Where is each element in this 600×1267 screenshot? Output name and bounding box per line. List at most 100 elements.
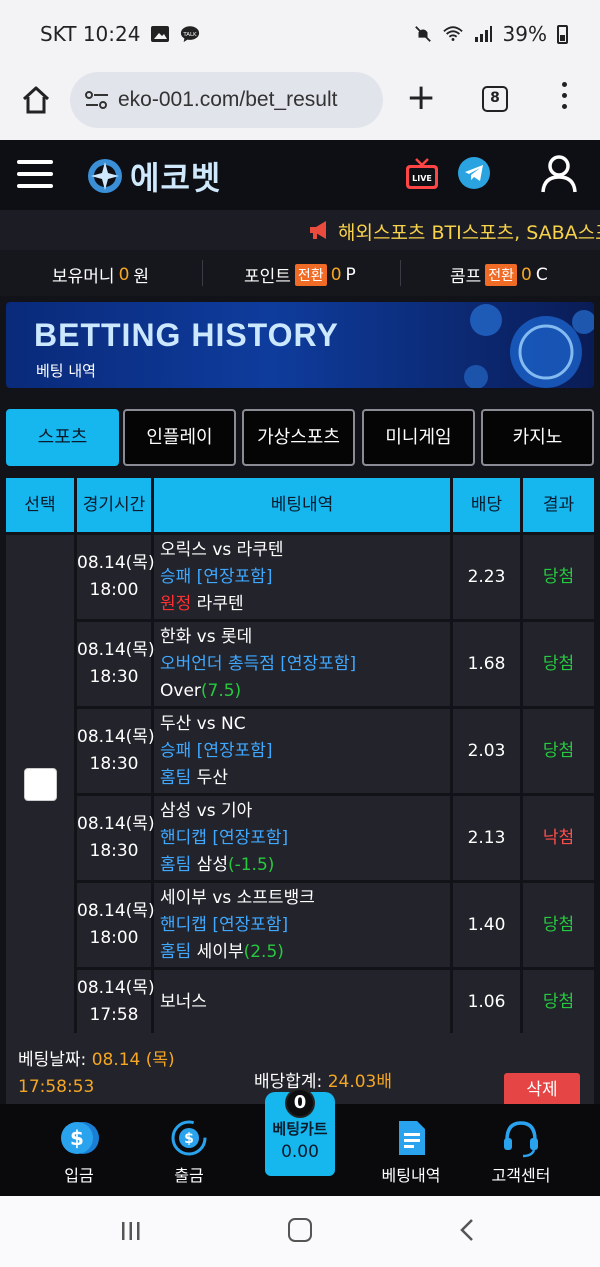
market-name: 핸디캡 [연장포함] [160, 827, 289, 848]
bet-pick: 홈팀 삼성(-1.5) [160, 854, 275, 875]
page-banner: BETTING HISTORY 베팅 내역 [6, 302, 594, 388]
bet-cart-amount: 0.00 [281, 1142, 319, 1162]
bet-detail: 삼성 vs 기아 핸디캡 [연장포함] 홈팀 삼성(-1.5) [154, 796, 450, 880]
odds-value: 1.68 [453, 622, 520, 706]
tab-sports[interactable]: 스포츠 [6, 409, 119, 466]
url-text: eko-001.com/bet_result [118, 88, 338, 111]
withdraw-coin-icon: $ [171, 1120, 207, 1156]
comp-value: 0 [521, 264, 532, 285]
headset-icon [504, 1121, 538, 1158]
holding-label: 보유머니 [52, 267, 115, 287]
bet-pick: 홈팀 두산 [160, 767, 228, 788]
bet-pick: 원정 라쿠텐 [160, 593, 244, 614]
match-name: 삼성 vs 기아 [160, 800, 253, 821]
mute-icon [414, 26, 431, 42]
site-settings-icon[interactable] [84, 89, 110, 111]
recent-apps-icon[interactable] [120, 1220, 142, 1242]
point-convert-button[interactable]: 전환 [294, 263, 327, 286]
bet-detail: 오릭스 vs 라쿠텐 승패 [연장포함] 원정 라쿠텐 [154, 535, 450, 619]
status-bar: SKT 10:24 TALK 39% [0, 0, 600, 70]
match-time: 08.14(목) 18:30 [77, 796, 155, 880]
megaphone-icon [310, 221, 326, 239]
tab-casino[interactable]: 카지노 [481, 409, 594, 466]
match-name: 보너스 [160, 991, 207, 1012]
bet-select-checkbox[interactable] [24, 768, 57, 801]
logo-mark-icon [88, 159, 122, 193]
odds-value: 1.06 [453, 970, 520, 1034]
nav-deposit-label: 입금 [64, 1166, 94, 1185]
address-bar[interactable]: eko-001.com/bet_result [70, 72, 383, 128]
market-name: 승패 [연장포함] [160, 566, 273, 587]
tab-inplay[interactable]: 인플레이 [123, 409, 236, 466]
result-status: 당첨 [523, 622, 594, 706]
signal-icon [474, 26, 492, 42]
holding-money: 보유머니 0 원 [52, 262, 149, 288]
tab-minigame[interactable]: 미니게임 [362, 409, 475, 466]
comp-label: 콤프 [450, 267, 482, 287]
points: 포인트 전환 0 P [244, 262, 356, 287]
total-odds: 배당합계: 24.03배 [254, 1072, 393, 1092]
table-row: 08.14(목) 18:00 오릭스 vs 라쿠텐 승패 [연장포함] 원정 라쿠… [77, 535, 594, 619]
balance-bar: 보유머니 0 원 포인트 전환 0 P 콤프 전환 0 C [0, 250, 600, 296]
bet-time: 17:58:53 [18, 1077, 95, 1097]
header-bet-detail: 베팅내역 [154, 478, 450, 532]
main-content: BETTING HISTORY 베팅 내역 스포츠 인플레이 가상스포츠 미니게… [0, 296, 600, 1107]
table-row: 08.14(목) 18:30 한화 vs 롯데 오버언더 총득점 [연장포함] O… [77, 622, 594, 706]
telegram-icon[interactable] [457, 156, 491, 190]
result-status: 낙첨 [523, 796, 594, 880]
match-time: 08.14(목) 17:58 [77, 970, 155, 1034]
gallery-icon [151, 26, 170, 42]
match-time: 08.14(목) 18:30 [77, 622, 155, 706]
result-status: 당첨 [523, 883, 594, 967]
nav-bet-history[interactable]: 베팅내역 [356, 1118, 466, 1186]
holding-value: 0 [118, 264, 130, 285]
nav-withdraw-label: 출금 [174, 1166, 204, 1185]
bet-detail: 두산 vs NC 승패 [연장포함] 홈팀 두산 [154, 709, 450, 793]
bet-detail: 세이부 vs 소프트뱅크 핸디캡 [연장포함] 홈팀 세이부(2.5) [154, 883, 450, 967]
site-logo[interactable]: 에코벳 [86, 153, 221, 199]
battery-percent: 39% [502, 22, 547, 46]
svg-text:$: $ [184, 1131, 194, 1147]
comp-convert-button[interactable]: 전환 [485, 263, 518, 286]
wifi-icon [442, 26, 463, 41]
hamburger-menu-icon[interactable] [17, 160, 53, 188]
svg-text:$: $ [70, 1126, 84, 1150]
nav-withdraw[interactable]: $ 출금 [134, 1118, 244, 1186]
match-time: 08.14(목) 18:30 [77, 709, 155, 793]
user-account-icon[interactable] [540, 154, 578, 194]
result-status: 당첨 [523, 709, 594, 793]
match-time: 08.14(목) 18:00 [77, 535, 155, 619]
nav-support[interactable]: 고객센터 [466, 1118, 576, 1186]
bottom-navigation: $ 입금 $ 출금 베팅카트 0.00 0 베팅내역 고객센터 [0, 1088, 600, 1196]
comp-unit: C [535, 264, 548, 285]
browser-toolbar: eko-001.com/bet_result + 8 [0, 70, 600, 140]
market-name: 오버언더 총득점 [연장포함] [160, 653, 357, 674]
logo-text: 에코벳 [130, 159, 222, 197]
nav-deposit[interactable]: $ 입금 [24, 1118, 134, 1186]
document-icon [399, 1121, 425, 1155]
deposit-coin-icon: $ [61, 1122, 99, 1154]
back-icon[interactable] [458, 1218, 476, 1242]
match-name: 두산 vs NC [160, 713, 246, 734]
select-column [6, 535, 74, 1035]
notice-ticker: 해외스포츠 BTI스포츠, SABA스포츠 [0, 210, 600, 250]
point-label: 포인트 [244, 267, 291, 287]
header-result: 결과 [523, 478, 594, 532]
market-name: 핸디캡 [연장포함] [160, 914, 289, 935]
tab-virtual-sports[interactable]: 가상스포츠 [242, 409, 355, 466]
table-row: 08.14(목) 18:00 세이부 vs 소프트뱅크 핸디캡 [연장포함] 홈팀… [77, 883, 594, 967]
live-tv-icon[interactable]: LIVE [404, 157, 440, 191]
header-match-time: 경기시간 [77, 478, 151, 532]
browser-menu-icon[interactable] [556, 82, 572, 116]
live-label: LIVE [412, 174, 432, 183]
android-navigation-bar [0, 1196, 600, 1267]
tab-switcher-button[interactable]: 8 [482, 86, 508, 112]
table-row: 08.14(목) 18:30 두산 vs NC 승패 [연장포함] 홈팀 두산 2… [77, 709, 594, 793]
new-tab-button[interactable]: + [406, 80, 436, 116]
android-home-icon[interactable] [288, 1218, 312, 1242]
match-name: 세이부 vs 소프트뱅크 [160, 887, 315, 908]
delete-button[interactable]: 삭제 [504, 1073, 580, 1107]
bet-detail: 보너스 [154, 970, 450, 1034]
home-icon[interactable] [20, 84, 52, 116]
battery-icon [557, 24, 568, 44]
